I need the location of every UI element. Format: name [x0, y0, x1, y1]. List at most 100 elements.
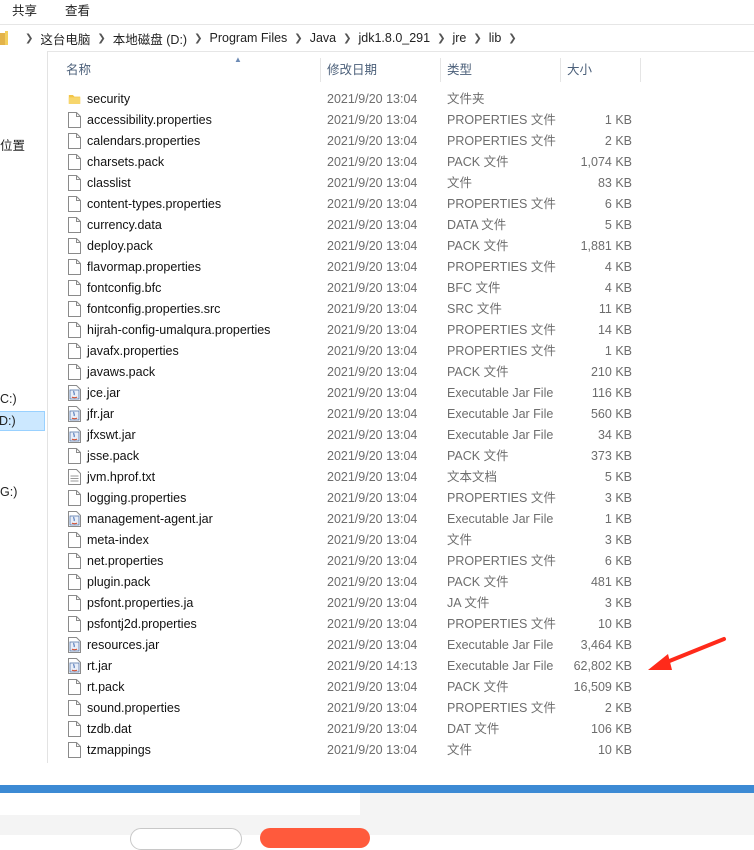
column-divider[interactable]	[440, 58, 441, 82]
file-row[interactable]: jfxswt.jar 2021/9/20 13:04 Executable Jar …	[48, 425, 754, 446]
column-divider[interactable]	[560, 58, 561, 82]
breadcrumb-item[interactable]: 本地磁盘 (D:)	[109, 29, 191, 48]
chevron-right-icon[interactable]: ❯	[434, 33, 448, 44]
chevron-right-icon[interactable]: ❯	[470, 33, 484, 44]
column-type[interactable]: 类型	[447, 56, 472, 84]
file-size	[560, 89, 632, 110]
file-date: 2021/9/20 13:04	[327, 428, 418, 442]
file-date: 2021/9/20 13:04	[327, 197, 418, 211]
file-name: javaws.pack	[87, 365, 156, 379]
file-size: 16,509 KB	[573, 680, 632, 694]
nav-item-drive-d[interactable]: D:)	[0, 411, 45, 431]
column-divider[interactable]	[640, 58, 641, 82]
chevron-right-icon[interactable]: ❯	[291, 33, 305, 44]
breadcrumb-item[interactable]: jdk1.8.0_291	[354, 31, 434, 45]
file-row[interactable]: hijrah-config-umalqura.properties 2021/9/…	[48, 320, 754, 341]
secondary-button[interactable]	[130, 828, 242, 850]
column-date[interactable]: 修改日期	[327, 56, 377, 84]
file-date: 2021/9/20 13:04	[327, 239, 418, 253]
chevron-right-icon[interactable]: ❯	[505, 33, 519, 44]
file-icon	[68, 616, 81, 632]
file-row[interactable]: calendars.properties 2021/9/20 13:04 PROPE…	[48, 131, 754, 152]
file-row[interactable]: javaws.pack 2021/9/20 13:04 PACK 文件 210 KB	[48, 362, 754, 383]
file-name: charsets.pack	[87, 155, 165, 169]
jar-icon	[68, 637, 81, 653]
file-date: 2021/9/20 13:04	[327, 680, 418, 694]
file-type: Executable Jar File	[447, 386, 554, 400]
file-size: 4 KB	[604, 281, 632, 295]
breadcrumb-item[interactable]: lib	[485, 31, 506, 45]
file-icon	[68, 133, 81, 149]
file-row[interactable]: logging.properties 2021/9/20 13:04 PROPERT…	[48, 488, 754, 509]
breadcrumb-item[interactable]: 这台电脑	[36, 29, 94, 48]
file-type: PACK 文件	[447, 680, 509, 694]
file-row[interactable]: management-agent.jar 2021/9/20 13:04 Execu…	[48, 509, 754, 530]
tab-share[interactable]: 共享	[12, 0, 37, 19]
file-row[interactable]: jfr.jar 2021/9/20 13:04 Executable Jar Fil…	[48, 404, 754, 425]
file-row[interactable]: jce.jar 2021/9/20 13:04 Executable Jar Fil…	[48, 383, 754, 404]
file-size: 3 KB	[604, 491, 632, 505]
file-type: Executable Jar File	[447, 428, 554, 442]
file-date: 2021/9/20 13:04	[327, 281, 418, 295]
file-type: PROPERTIES 文件	[447, 554, 556, 568]
breadcrumb-item[interactable]: Program Files	[206, 31, 292, 45]
breadcrumb-item[interactable]: Java	[306, 31, 340, 45]
file-row[interactable]: net.properties 2021/9/20 13:04 PROPERTIES …	[48, 551, 754, 572]
file-date: 2021/9/20 13:04	[327, 701, 418, 715]
column-name[interactable]: 名称	[66, 56, 91, 84]
file-size: 4 KB	[604, 260, 632, 274]
file-icon	[68, 679, 81, 695]
file-row[interactable]: content-types.properties 2021/9/20 13:04 P…	[48, 194, 754, 215]
nav-item-drive-g[interactable]: G:)	[0, 483, 17, 501]
file-row[interactable]: sound.properties 2021/9/20 13:04 PROPERTIE…	[48, 698, 754, 719]
file-type: 文件夹	[447, 92, 485, 106]
file-row[interactable]: tzmappings 2021/9/20 13:04 文件 10 KB	[48, 740, 754, 761]
file-size: 106 KB	[590, 722, 632, 736]
chevron-right-icon[interactable]: ❯	[22, 33, 36, 44]
file-row[interactable]: javafx.properties 2021/9/20 13:04 PROPERTI…	[48, 341, 754, 362]
file-name: logging.properties	[87, 491, 187, 505]
chevron-right-icon[interactable]: ❯	[94, 33, 108, 44]
chevron-right-icon[interactable]: ❯	[340, 33, 354, 44]
file-name: sound.properties	[87, 701, 181, 715]
file-row[interactable]: rt.pack 2021/9/20 13:04 PACK 文件 16,509 KB	[48, 677, 754, 698]
file-date: 2021/9/20 13:04	[327, 302, 418, 316]
folder-icon	[0, 31, 8, 45]
file-row[interactable]: deploy.pack 2021/9/20 13:04 PACK 文件 1,881 K…	[48, 236, 754, 257]
file-row[interactable]: psfont.properties.ja 2021/9/20 13:04 JA 文件…	[48, 593, 754, 614]
file-size: 5 KB	[604, 470, 632, 484]
ribbon-tabs: 共享 查看	[0, 0, 754, 20]
file-date: 2021/9/20 14:13	[327, 659, 418, 673]
file-type: PACK 文件	[447, 365, 509, 379]
file-type: PACK 文件	[447, 155, 509, 169]
jar-icon	[68, 658, 81, 674]
file-row[interactable]: tzdb.dat 2021/9/20 13:04 DAT 文件 106 KB	[48, 719, 754, 740]
nav-item-drive-c[interactable]: C:)	[0, 390, 17, 408]
address-bar[interactable]: ❯ 这台电脑 ❯ 本地磁盘 (D:) ❯ Program Files ❯ Jav…	[0, 24, 754, 52]
file-row[interactable]: meta-index 2021/9/20 13:04 文件 3 KB	[48, 530, 754, 551]
file-row[interactable]: jvm.hprof.txt 2021/9/20 13:04 文本文档 5 KB	[48, 467, 754, 488]
breadcrumb-item[interactable]: jre	[448, 31, 470, 45]
file-date: 2021/9/20 13:04	[327, 176, 418, 190]
file-row[interactable]: plugin.pack 2021/9/20 13:04 PACK 文件 481 KB	[48, 572, 754, 593]
file-row[interactable]: jsse.pack 2021/9/20 13:04 PACK 文件 373 KB	[48, 446, 754, 467]
text-file-icon	[68, 469, 81, 485]
file-row[interactable]: currency.data 2021/9/20 13:04 DATA 文件 5 KB	[48, 215, 754, 236]
file-type: Executable Jar File	[447, 638, 554, 652]
nav-item-location[interactable]: 位置	[0, 137, 25, 155]
column-size[interactable]: 大小	[567, 56, 592, 84]
tab-view[interactable]: 查看	[65, 0, 90, 19]
file-row[interactable]: accessibility.properties 2021/9/20 13:04 P…	[48, 110, 754, 131]
file-row[interactable]: security 2021/9/20 13:04 文件夹	[48, 89, 754, 110]
file-name: security	[87, 92, 131, 106]
primary-button[interactable]	[260, 828, 370, 848]
chevron-right-icon[interactable]: ❯	[191, 33, 205, 44]
file-row[interactable]: fontconfig.properties.src 2021/9/20 13:04…	[48, 299, 754, 320]
file-row[interactable]: classlist 2021/9/20 13:04 文件 83 KB	[48, 173, 754, 194]
file-icon	[68, 364, 81, 380]
file-row[interactable]: fontconfig.bfc 2021/9/20 13:04 BFC 文件 4 KB	[48, 278, 754, 299]
file-size: 3 KB	[604, 533, 632, 547]
file-row[interactable]: charsets.pack 2021/9/20 13:04 PACK 文件 1,074…	[48, 152, 754, 173]
file-row[interactable]: flavormap.properties 2021/9/20 13:04 PROPE…	[48, 257, 754, 278]
column-divider[interactable]	[320, 58, 321, 82]
